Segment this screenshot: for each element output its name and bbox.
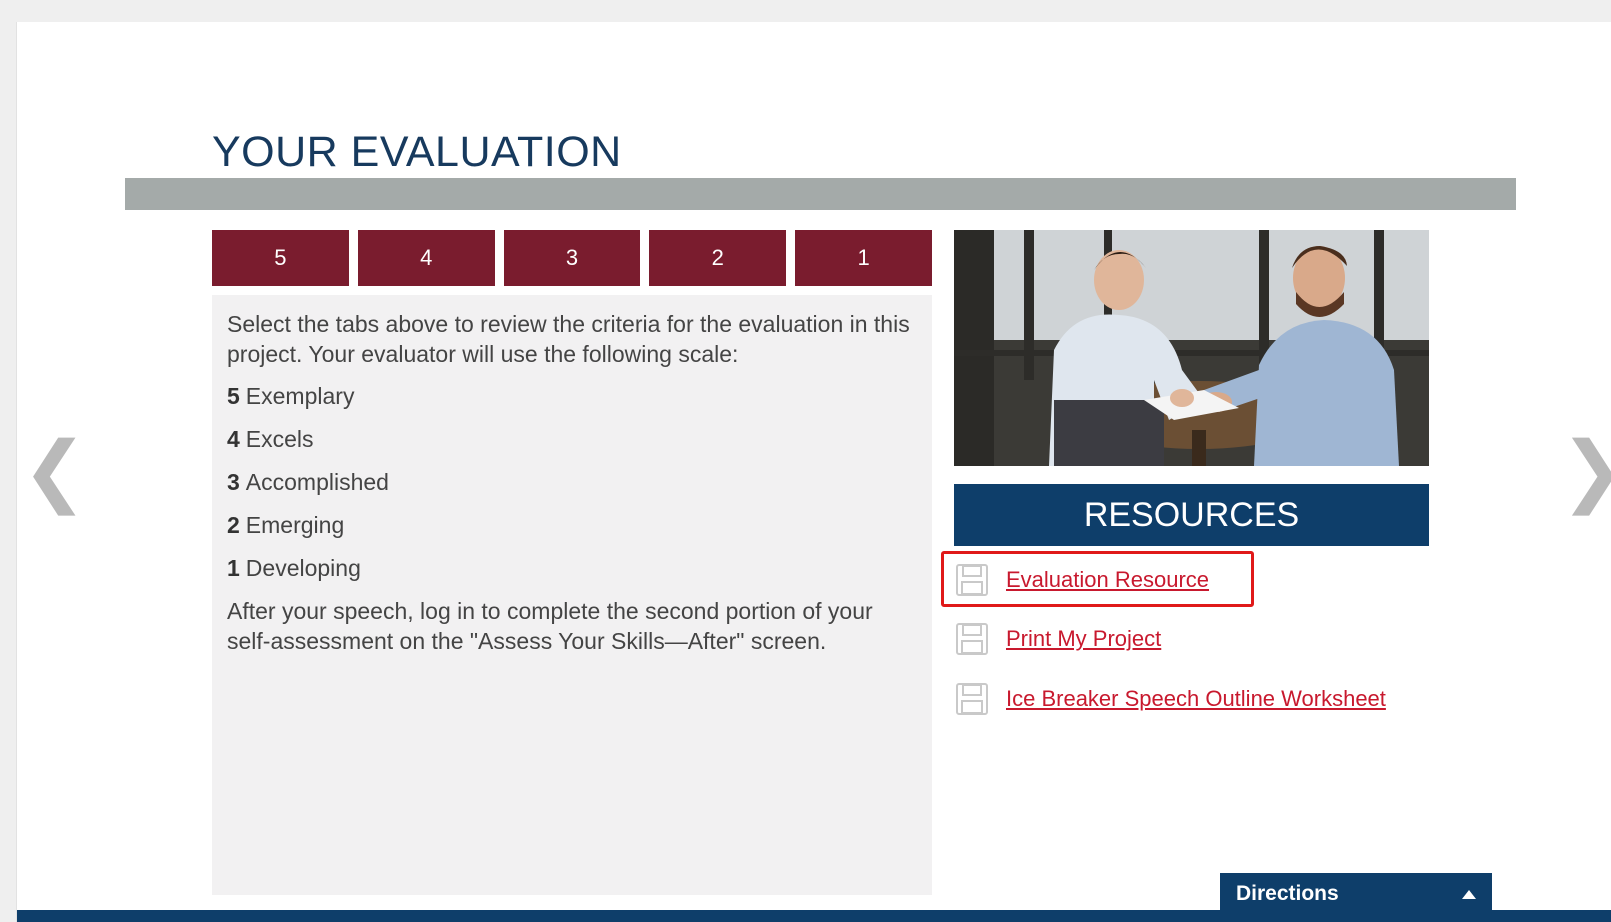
- evaluation-panel: Select the tabs above to review the crit…: [212, 295, 932, 895]
- panel-outro: After your speech, log in to complete th…: [227, 598, 873, 654]
- directions-button[interactable]: Directions: [1220, 873, 1492, 915]
- tab-score-5[interactable]: 5: [212, 230, 349, 286]
- scale-label: Developing: [245, 555, 361, 581]
- resource-item-print[interactable]: Print My Project: [954, 619, 1161, 659]
- resources-header: RESOURCES: [954, 484, 1429, 546]
- save-icon: [956, 683, 988, 715]
- scale-label: Exemplary: [245, 383, 355, 409]
- scale-number: 4: [227, 426, 240, 452]
- ice-breaker-worksheet-link[interactable]: Ice Breaker Speech Outline Worksheet: [1006, 686, 1386, 712]
- tab-score-2[interactable]: 2: [649, 230, 787, 286]
- tab-score-4[interactable]: 4: [357, 230, 495, 286]
- scale-number: 3: [227, 469, 240, 495]
- next-arrow-icon[interactable]: ❯: [1560, 432, 1611, 510]
- page-title: YOUR EVALUATION: [212, 128, 622, 176]
- save-icon: [956, 564, 988, 596]
- panel-text: Select the tabs above to review the crit…: [227, 309, 917, 656]
- resource-item-worksheet[interactable]: Ice Breaker Speech Outline Worksheet: [954, 679, 1386, 719]
- scale-item: 1 Developing: [227, 553, 917, 583]
- content-frame: YOUR EVALUATION 5 4 3 2 1 Select the tab…: [17, 22, 1611, 922]
- evaluation-resource-link[interactable]: Evaluation Resource: [1006, 567, 1209, 593]
- scale-item: 2 Emerging: [227, 510, 917, 540]
- scale-label: Accomplished: [245, 469, 389, 495]
- caret-up-icon: [1462, 889, 1476, 899]
- scale-label: Emerging: [245, 512, 345, 538]
- scale-item: 4 Excels: [227, 424, 917, 454]
- tab-score-1[interactable]: 1: [795, 230, 932, 286]
- meeting-photo: [954, 230, 1429, 466]
- scale-number: 2: [227, 512, 240, 538]
- resource-item-evaluation[interactable]: Evaluation Resource: [954, 560, 1209, 600]
- scale-item: 3 Accomplished: [227, 467, 917, 497]
- tab-score-3[interactable]: 3: [503, 230, 641, 286]
- scale-item: 5 Exemplary: [227, 381, 917, 411]
- scale-number: 1: [227, 555, 240, 581]
- scale-number: 5: [227, 383, 240, 409]
- bottom-bar: [17, 910, 1611, 922]
- print-my-project-link[interactable]: Print My Project: [1006, 626, 1161, 652]
- scale-label: Excels: [245, 426, 314, 452]
- title-divider-bar: [125, 178, 1516, 210]
- save-icon: [956, 623, 988, 655]
- directions-label: Directions: [1236, 882, 1339, 905]
- score-tabs: 5 4 3 2 1: [212, 230, 932, 286]
- panel-intro: Select the tabs above to review the crit…: [227, 311, 910, 367]
- previous-arrow-icon[interactable]: ❮: [22, 432, 87, 510]
